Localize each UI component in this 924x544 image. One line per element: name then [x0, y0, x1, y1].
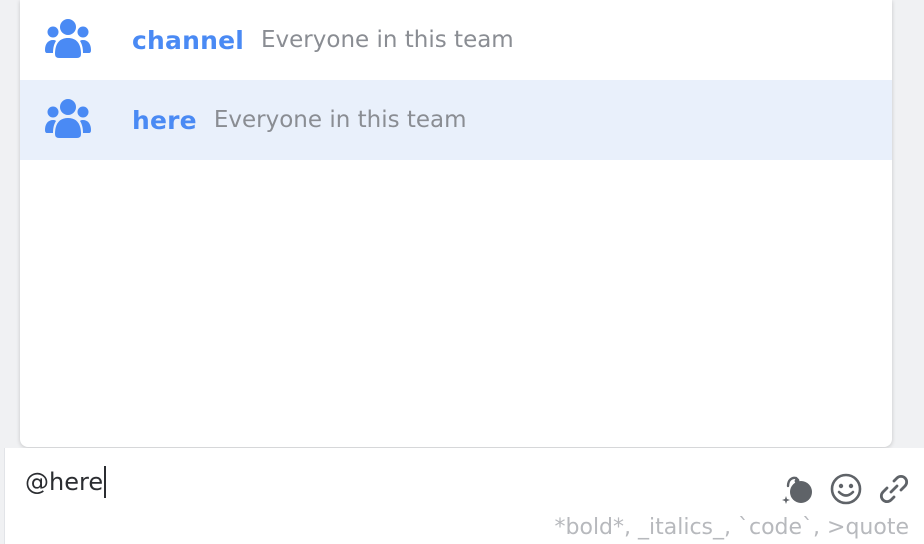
- mention-suggestions-list: channel Everyone in this team here Every…: [20, 0, 892, 447]
- team-icon: [44, 18, 92, 62]
- mention-description: Everyone in this team: [213, 107, 467, 133]
- team-icon: [44, 98, 92, 142]
- mention-name: channel: [132, 25, 245, 55]
- formatting-hint: *bold*, _italics_, `code`, >quote: [554, 515, 909, 540]
- message-input[interactable]: @here: [25, 466, 107, 498]
- chat-composer-view: channel Everyone in this team here Every…: [0, 0, 924, 544]
- message-composer: @here *bold*, _italics_, `code`, >quote: [4, 448, 924, 544]
- mention-description: Everyone in this team: [261, 27, 514, 53]
- text-caret: [104, 466, 107, 498]
- emoji-icon[interactable]: [829, 472, 863, 506]
- suggestion-item-here[interactable]: here Everyone in this team: [20, 80, 892, 160]
- message-input-text: @here: [25, 468, 104, 496]
- suggestion-item-channel[interactable]: channel Everyone in this team: [20, 0, 892, 80]
- mention-name: here: [132, 105, 197, 135]
- bot-icon[interactable]: [781, 472, 815, 506]
- composer-actions: [781, 472, 911, 506]
- attachment-icon[interactable]: [877, 472, 911, 506]
